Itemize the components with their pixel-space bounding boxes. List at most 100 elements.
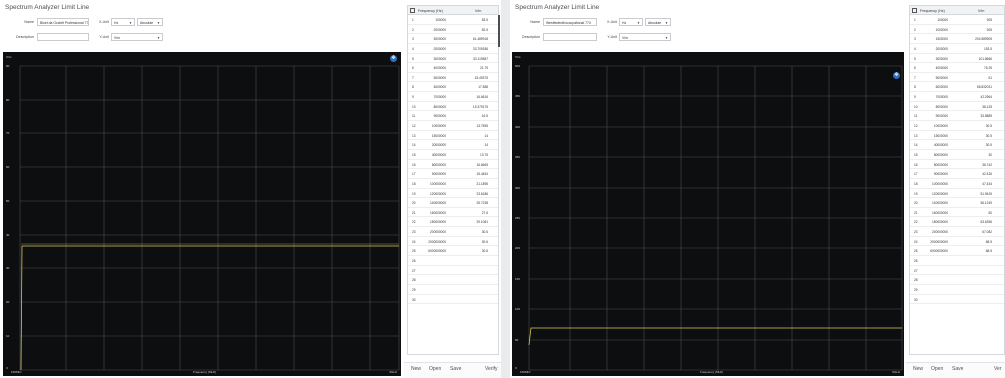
- value-cell: 61: [988, 75, 992, 80]
- x-axis-title: Frequency (MHz): [193, 370, 217, 374]
- table-row[interactable]: 24 2000000000 68.5: [910, 237, 1004, 247]
- table-row[interactable]: 30: [408, 295, 498, 305]
- table-row[interactable]: 17 90000000 42.426: [910, 169, 1004, 179]
- table-row[interactable]: 15 80000000 30: [910, 150, 1004, 160]
- xmode-select[interactable]: Absolute ▼: [645, 18, 671, 26]
- description-input[interactable]: [37, 33, 89, 41]
- table-row[interactable]: 1 100000 83.5: [408, 15, 498, 25]
- description-input[interactable]: [543, 33, 597, 41]
- table-row[interactable]: 7 5000000 61: [910, 73, 1004, 83]
- table-row[interactable]: 23 200000000 67.082: [910, 227, 1004, 237]
- new-button[interactable]: New: [913, 366, 923, 372]
- table-row[interactable]: 21 160000000 60: [910, 208, 1004, 218]
- new-button[interactable]: New: [411, 366, 421, 372]
- table-scrollbar[interactable]: [498, 15, 500, 47]
- table-row[interactable]: 11 9000000 16.5: [408, 111, 498, 122]
- table-row[interactable]: 6 4000000 21.75: [408, 63, 498, 73]
- table-row[interactable]: 19 120000000 51.9615: [910, 189, 1004, 199]
- table-row[interactable]: 13 15000000 30.5: [910, 131, 1004, 141]
- table-row[interactable]: 18 100000000 21.1896: [408, 179, 498, 189]
- limit-line-plot[interactable]: V/m ✥ 90 80 70 60 50 40 30 20 10 0 150Mh…: [3, 52, 401, 376]
- table-row[interactable]: 28: [408, 275, 498, 285]
- table-row[interactable]: 6 4000000 76.25: [910, 63, 1004, 73]
- table-row[interactable]: 1 100000 305: [910, 15, 1004, 25]
- table-row[interactable]: 11 9000000 33.8889: [910, 111, 1004, 122]
- name-input[interactable]: Westfederdt/occupational 774: [543, 18, 597, 26]
- table-row[interactable]: 17 90000000 15.4454: [408, 169, 498, 179]
- table-header: Frequency (Hz) V/m: [408, 6, 498, 15]
- yunit-select[interactable]: V/m ▼: [111, 33, 163, 41]
- limit-line-plot[interactable]: V/m ✥ 500 450 400 350 300 250 200 150 10…: [512, 52, 904, 376]
- open-button[interactable]: Open: [429, 366, 441, 372]
- table-row[interactable]: 27: [910, 266, 1004, 276]
- table-row[interactable]: 29: [910, 285, 1004, 295]
- xunit-select[interactable]: Hz ▼: [111, 18, 135, 26]
- table-row[interactable]: 3 5000000 61.489918: [408, 34, 498, 44]
- frequency-cell: 140000000: [932, 201, 948, 206]
- compass-icon[interactable]: ✥: [390, 55, 397, 62]
- table-row[interactable]: 22 180000000 63.6396: [910, 217, 1004, 228]
- xmode-value: Absolute: [140, 20, 154, 25]
- table-row[interactable]: 12 10000000 13.7555: [408, 121, 498, 131]
- table-row[interactable]: 10 8000000 15.379175: [408, 102, 498, 112]
- save-button[interactable]: Save: [450, 366, 461, 372]
- limit-line-table[interactable]: Frequency (Hz) V/m 1 100000 305 2 1000000 305…: [909, 5, 1005, 355]
- table-row[interactable]: 26: [910, 256, 1004, 266]
- table-row[interactable]: 14 40000000 30.5: [910, 140, 1004, 150]
- table-row[interactable]: 3 1500000 204.589905: [910, 34, 1004, 44]
- yunit-select[interactable]: V/m ▼: [619, 33, 671, 41]
- table-row[interactable]: 5 3000000 33.119587: [408, 54, 498, 64]
- table-row[interactable]: 29: [408, 285, 498, 295]
- table-options-icon[interactable]: [410, 8, 415, 13]
- table-row[interactable]: 26: [408, 256, 498, 266]
- table-row[interactable]: 16 80000000 16.6665: [408, 160, 498, 170]
- table-row[interactable]: 30: [910, 295, 1004, 305]
- table-row[interactable]: 5 3000000 101.8666: [910, 54, 1004, 64]
- table-row[interactable]: 13 15000000 14: [408, 131, 498, 141]
- open-button[interactable]: Open: [931, 366, 943, 372]
- table-row[interactable]: 27: [408, 266, 498, 276]
- verify-button[interactable]: Ver: [994, 366, 1002, 372]
- table-row[interactable]: 21 160000000 27.6: [408, 208, 498, 218]
- table-row[interactable]: 9 7000000 42.2964: [910, 92, 1004, 102]
- name-input[interactable]: Bluet da Occtelt Professional 774: [37, 18, 89, 26]
- save-button[interactable]: Save: [952, 366, 963, 372]
- table-row[interactable]: 15 40000000 13.75: [408, 150, 498, 160]
- xunit-select[interactable]: Hz ▼: [619, 18, 643, 26]
- table-row[interactable]: 18 100000000 47.434: [910, 179, 1004, 189]
- y-tick: 350: [515, 155, 521, 159]
- table-row[interactable]: 8 6000000 17.588: [408, 82, 498, 93]
- table-row[interactable]: 24 2000000000 30.6: [408, 237, 498, 247]
- verify-button[interactable]: Verify: [485, 366, 498, 372]
- table-row[interactable]: 23 200000000 30.6: [408, 227, 498, 237]
- table-row[interactable]: 25 6000000000 68.5: [910, 246, 1004, 257]
- table-row[interactable]: 8 6000000 56.832031: [910, 82, 1004, 93]
- table-row[interactable]: 25 6000000000 30.6: [408, 246, 498, 257]
- table-row[interactable]: 4 2000000 33.709186: [408, 44, 498, 54]
- y-tick: 400: [515, 125, 521, 129]
- table-row[interactable]: 7 5000000 15.49375: [408, 73, 498, 83]
- table-row[interactable]: 4 2000000 153.5: [910, 44, 1004, 54]
- table-row[interactable]: 28: [910, 275, 1004, 285]
- table-row[interactable]: 2 2000000 82.5: [408, 25, 498, 35]
- table-row[interactable]: 10 8000000 38.125: [910, 102, 1004, 112]
- table-options-icon[interactable]: [912, 8, 917, 13]
- table-row[interactable]: 16 80000000 36.742: [910, 160, 1004, 170]
- xmode-select[interactable]: Absolute ▼: [137, 18, 163, 26]
- table-row[interactable]: 9 7000000 16.6616: [408, 92, 498, 102]
- row-index: 3: [412, 37, 414, 42]
- y-tick: 20: [6, 300, 10, 304]
- limit-line-table[interactable]: Frequency (Hz) V/m 1 100000 83.5 2 2000000 82…: [407, 5, 500, 355]
- chevron-down-icon: ▼: [157, 36, 160, 40]
- y-tick: 60: [6, 165, 10, 169]
- compass-icon[interactable]: ✥: [893, 72, 900, 79]
- table-row[interactable]: 22 180000000 29.1081: [408, 217, 498, 228]
- table-row[interactable]: 2 1000000 305: [910, 25, 1004, 35]
- yunit-value: V/m: [114, 35, 121, 40]
- table-row[interactable]: 12 10000000 30.5: [910, 121, 1004, 131]
- table-row[interactable]: 20 140000000 56.1249: [910, 198, 1004, 208]
- table-row[interactable]: 20 140000000 25.7238: [408, 198, 498, 208]
- table-row[interactable]: 14 20000000 14: [408, 140, 498, 150]
- frequency-cell: 1000000: [935, 27, 948, 32]
- table-row[interactable]: 19 120000000 23.6186: [408, 189, 498, 199]
